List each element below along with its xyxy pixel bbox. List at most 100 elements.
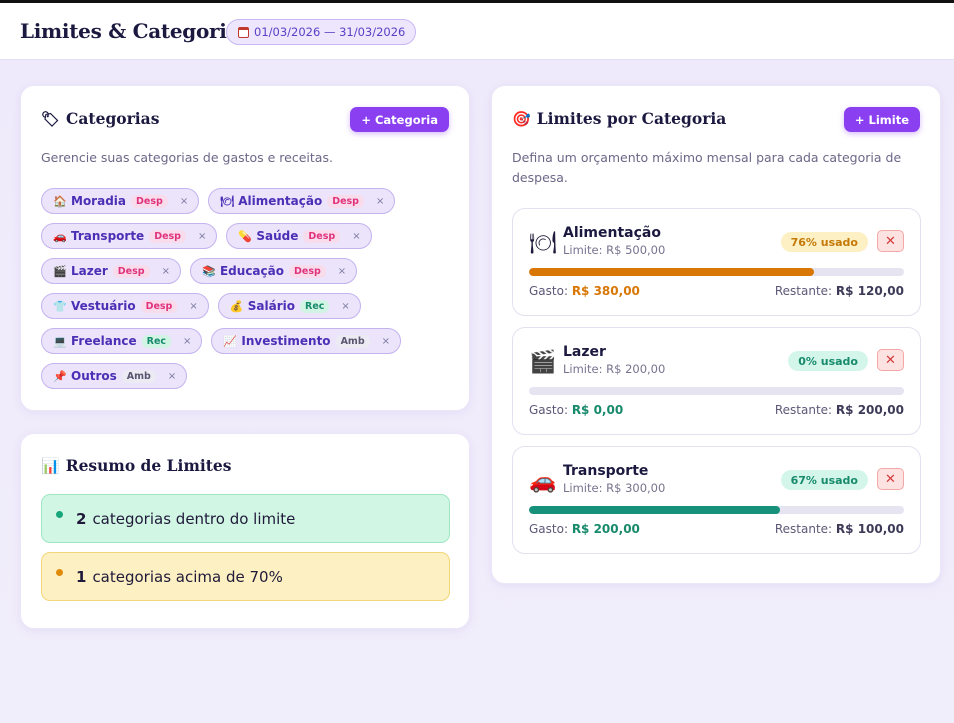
spent-text: Gasto: R$ 0,00 [529, 403, 624, 417]
category-chip-alimentacao[interactable]: 🍽 Alimentação Desp × [208, 188, 396, 214]
page-header: Limites & Categorias 01/03/2026 — 31/03/… [0, 3, 954, 60]
category-icon: 📈 [223, 334, 238, 348]
delete-limit-button[interactable]: ✕ [877, 230, 904, 252]
category-type-tag: Amb [121, 369, 156, 383]
category-chip-saude[interactable]: 💊 Saúde Desp × [226, 223, 372, 249]
remove-category-icon[interactable]: × [341, 301, 349, 312]
category-chip-investimento[interactable]: 📈 Investimento Amb × [211, 328, 402, 354]
category-icon: 🚗 [53, 229, 67, 243]
remaining-text: Restante: R$ 120,00 [774, 284, 904, 298]
remaining-text: Restante: R$ 200,00 [774, 403, 904, 417]
category-icon: 💊 [238, 229, 253, 243]
add-limit-button[interactable]: + Limite [843, 107, 920, 132]
spent-value: R$ 0,00 [571, 403, 624, 417]
category-name: Educação [219, 264, 284, 278]
category-icon: 📚 [201, 264, 216, 278]
category-name: Salário [247, 299, 295, 313]
category-chip-row: 🏠 Moradia Desp × 🍽 Alimentação Desp × [41, 188, 461, 214]
category-type-tag: Desp [327, 194, 364, 208]
delete-limit-button[interactable]: ✕ [877, 468, 904, 490]
remaining-value: R$ 200,00 [835, 403, 904, 417]
remove-category-icon[interactable]: × [180, 196, 188, 207]
remove-category-icon[interactable]: × [168, 371, 176, 382]
remove-category-icon[interactable]: × [352, 231, 360, 242]
category-type-tag: Rec [141, 334, 172, 348]
category-icon: 🏠 [53, 194, 67, 208]
remaining-value: R$ 120,00 [835, 284, 904, 298]
progress-fill [529, 506, 781, 514]
remove-category-icon[interactable]: × [376, 196, 384, 207]
category-chip-row: 🎬 Lazer Desp × 📚 Educação Desp × [41, 258, 461, 284]
remaining-value: R$ 100,00 [835, 522, 904, 536]
category-chip-row: 👕 Vestuário Desp × 💰 Salário Rec × [41, 293, 461, 319]
progress-track [529, 506, 904, 514]
page-title: Limites & Categorias [20, 19, 251, 43]
category-icon: 🎬 [53, 264, 67, 278]
limit-item-alimentacao: 🍽 Alimentação Limite: R$ 500,00 76% usado ✕ G… [512, 208, 921, 316]
categories-description: Gerencie suas categorias de gastos e rec… [41, 150, 333, 165]
remove-category-icon[interactable]: × [189, 301, 197, 312]
category-name: Moradia [71, 194, 127, 208]
limit-amount: Limite: R$ 300,00 [563, 481, 666, 495]
limits-title-text: Limites por Categoria [536, 109, 727, 128]
category-type-tag: Desp [140, 299, 178, 313]
remove-category-icon[interactable]: × [183, 336, 191, 347]
category-name: Alimentação [238, 194, 323, 208]
category-icon: 💰 [229, 299, 244, 313]
category-name: Saúde [256, 229, 299, 243]
category-chip-outros[interactable]: 📌 Outros Amb × [41, 363, 188, 389]
category-name: Outros [71, 369, 117, 383]
category-icon: 💻 [53, 334, 67, 348]
category-chip-moradia[interactable]: 🏠 Moradia Desp × [41, 188, 200, 214]
limits-title: 🎯 Limites por Categoria [512, 109, 726, 128]
spent-value: R$ 380,00 [571, 284, 640, 298]
summary-title-text: Resumo de Limites [65, 456, 232, 475]
categories-title: 🏷 Categorias [41, 109, 159, 128]
usage-badge: 67% usado [780, 470, 868, 490]
summary-card: 📊 Resumo de Limites 2 categorias dentro … [20, 433, 470, 629]
date-range-label: 01/03/2026 — 31/03/2026 [254, 25, 406, 39]
categories-card: 🏷 Categorias + Categoria Gerencie suas c… [20, 85, 470, 411]
category-type-tag: Amb [335, 334, 370, 348]
date-range-picker[interactable]: 01/03/2026 — 31/03/2026 [226, 19, 417, 45]
category-type-tag: Desp [112, 264, 150, 278]
above-text: categorias acima de 70% [92, 567, 283, 586]
remaining-text: Restante: R$ 100,00 [774, 522, 904, 536]
category-chip-row: 🚗 Transporte Desp × 💊 Saúde Desp × [41, 223, 461, 249]
category-chip-transporte[interactable]: 🚗 Transporte Desp × [41, 223, 218, 249]
category-type-tag: Desp [149, 229, 186, 243]
category-chip-salario[interactable]: 💰 Salário Rec × [217, 293, 361, 319]
category-icon: 🍽 [220, 194, 235, 208]
limits-description: Defina um orçamento máximo mensal para c… [512, 150, 902, 185]
category-chip-vestuario[interactable]: 👕 Vestuário Desp × [41, 293, 209, 319]
category-name: Investimento [241, 334, 331, 348]
delete-limit-button[interactable]: ✕ [877, 349, 904, 371]
above-count: 1 [76, 567, 87, 586]
limit-category-name: Alimentação [563, 225, 661, 241]
category-icon: 👕 [53, 299, 67, 313]
category-name: Transporte [71, 229, 145, 243]
remove-category-icon[interactable]: × [382, 336, 390, 347]
progress-track [529, 387, 904, 395]
add-category-button[interactable]: + Categoria [350, 107, 449, 132]
within-text: categorias dentro do limite [92, 509, 296, 528]
limit-amount: Limite: R$ 200,00 [563, 362, 666, 376]
category-chip-freelance[interactable]: 💻 Freelance Rec × [41, 328, 203, 354]
category-chip-row: 💻 Freelance Rec × 📈 Investimento Amb × [41, 328, 461, 354]
spent-value: R$ 200,00 [571, 522, 640, 536]
category-chip-lazer[interactable]: 🎬 Lazer Desp × [41, 258, 181, 284]
tag-icon: 🏷 [41, 109, 61, 128]
limit-category-name: Transporte [563, 463, 649, 479]
status-dot-warn [56, 569, 63, 576]
target-icon: 🎯 [512, 109, 531, 128]
remove-category-icon[interactable]: × [198, 231, 206, 242]
category-icon: 🍽 [529, 231, 557, 256]
limit-item-transporte: 🚗 Transporte Limite: R$ 300,00 67% usado ✕ Ga… [512, 446, 921, 554]
remove-category-icon[interactable]: × [338, 266, 346, 277]
within-limit-box: 2 categorias dentro do limite [41, 494, 450, 543]
category-chip-educacao[interactable]: 📚 Educação Desp × [189, 258, 358, 284]
categories-title-text: Categorias [66, 109, 160, 128]
remove-category-icon[interactable]: × [162, 266, 170, 277]
within-count: 2 [76, 509, 87, 528]
category-name: Freelance [71, 334, 137, 348]
